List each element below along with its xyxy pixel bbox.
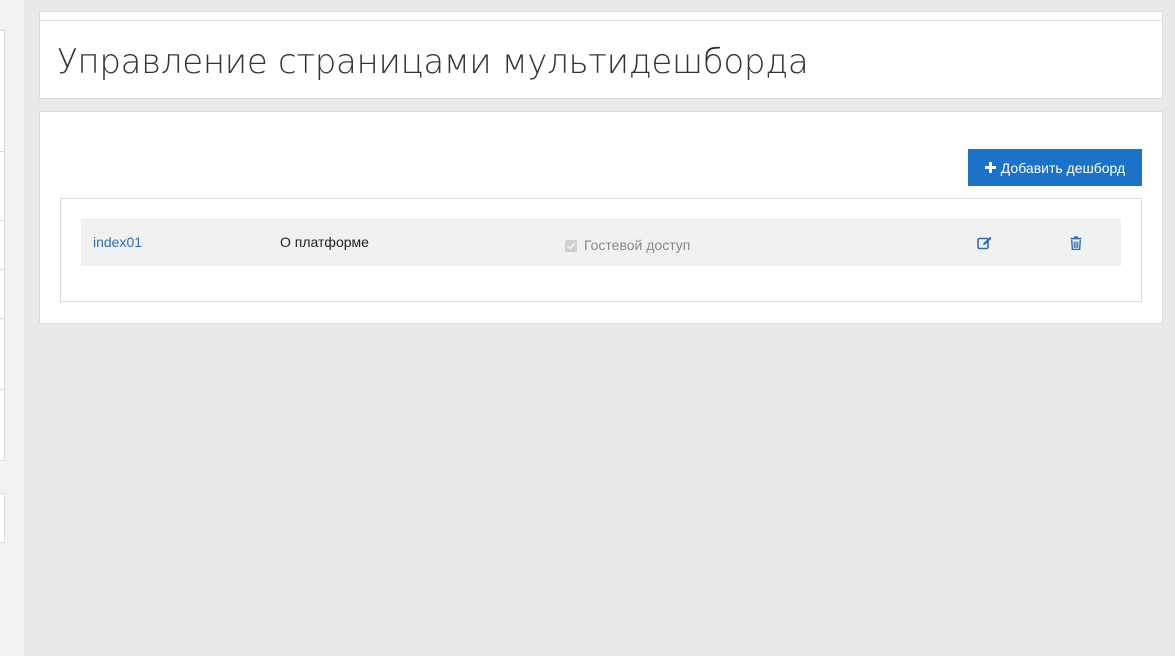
sidebar <box>0 0 24 656</box>
dashboard-title: О платформе <box>280 234 369 250</box>
add-dashboard-label: Добавить дешборд <box>1000 159 1126 176</box>
content-panel: Добавить дешборд index01 О платформе Гос… <box>39 111 1163 324</box>
table-row: index01 О платформе Гостевой доступ <box>81 219 1121 266</box>
sidebar-item[interactable] <box>0 30 5 82</box>
sidebar-item[interactable] <box>0 493 5 543</box>
trash-icon[interactable] <box>1070 236 1082 251</box>
sidebar-item[interactable] <box>0 390 5 461</box>
guest-access: Гостевой доступ <box>565 222 690 268</box>
sidebar-item[interactable] <box>0 81 5 152</box>
sidebar-item[interactable] <box>0 152 5 221</box>
divider <box>40 20 1162 21</box>
page-title: Управление страницами мультидешборда <box>57 42 809 82</box>
edit-icon[interactable] <box>977 236 993 250</box>
guest-access-label: Гостевой доступ <box>584 237 691 253</box>
sidebar-item[interactable] <box>0 270 5 319</box>
add-dashboard-button[interactable]: Добавить дешборд <box>968 149 1142 186</box>
plus-icon <box>984 162 996 173</box>
guest-access-checkbox[interactable] <box>565 240 577 252</box>
sidebar-item[interactable] <box>0 221 5 270</box>
dashboard-name-link[interactable]: index01 <box>93 220 142 266</box>
title-panel: Управление страницами мультидешборда <box>39 11 1163 99</box>
sidebar-item[interactable] <box>0 319 5 390</box>
dashboard-list: index01 О платформе Гостевой доступ <box>60 198 1142 302</box>
